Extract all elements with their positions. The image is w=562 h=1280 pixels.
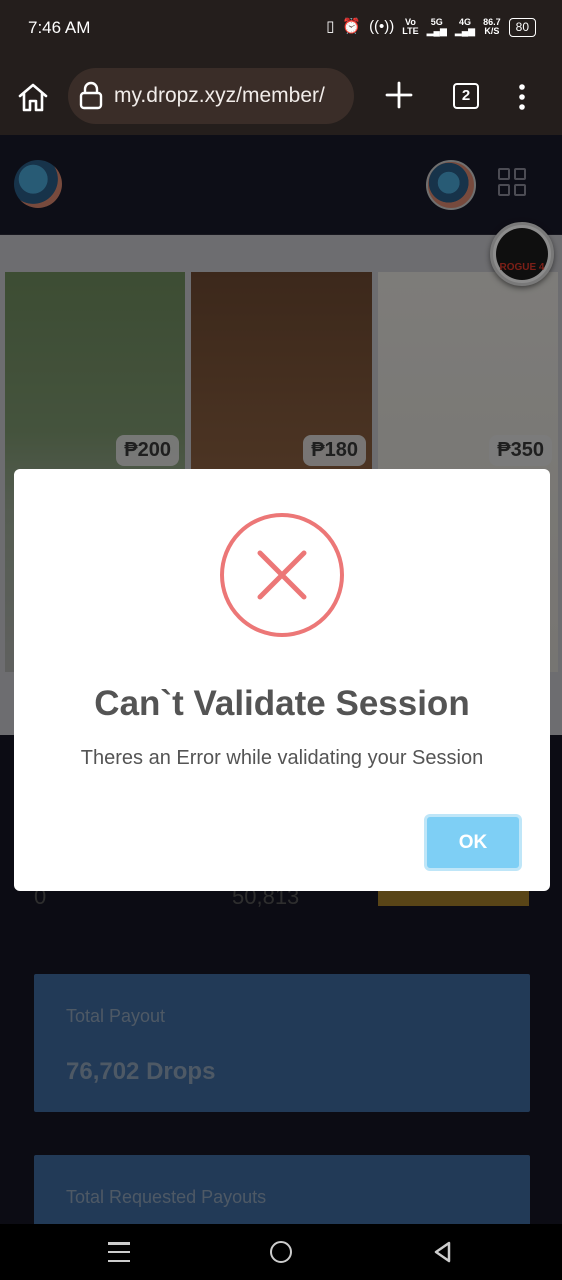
- ok-button[interactable]: OK: [424, 814, 522, 871]
- home-icon[interactable]: [16, 80, 50, 114]
- address-bar[interactable]: my.dropz.xyz/member/: [68, 68, 354, 124]
- browser-chrome: 7:46 AM ▯ ⏰ ((•)) Vo LTE 5G ▂▄▆ 4G ▂▄▆ 86.…: [0, 0, 562, 135]
- signal-5g-icon: 5G ▂▄▆: [426, 17, 447, 36]
- hotspot-icon: ((•)): [369, 18, 395, 35]
- dialog-title: Can`t Validate Session: [94, 684, 470, 723]
- status-time: 7:46 AM: [28, 18, 91, 37]
- status-icons: ▯ ⏰ ((•)) Vo LTE 5G ▂▄▆ 4G ▂▄▆ 86.7 K/S 80: [326, 17, 536, 37]
- overflow-menu-icon[interactable]: [512, 83, 532, 111]
- battery-indicator: 80: [508, 17, 536, 37]
- back-icon[interactable]: [432, 1240, 452, 1264]
- url-text: my.dropz.xyz/member/: [114, 84, 325, 107]
- tab-switcher-button[interactable]: 2: [453, 83, 479, 109]
- new-tab-icon[interactable]: [384, 80, 414, 110]
- alarm-icon: ⏰: [342, 18, 362, 35]
- nav-home-icon[interactable]: [270, 1241, 292, 1263]
- recent-apps-icon[interactable]: [108, 1242, 130, 1262]
- dialog-message: Theres an Error while validating your Se…: [80, 747, 484, 769]
- network-speed: 86.7 K/S: [483, 17, 501, 36]
- error-dialog: Can`t Validate Session Theres an Error w…: [14, 469, 550, 891]
- signal-4g-icon: 4G ▂▄▆: [454, 17, 476, 36]
- system-nav-bar: [0, 1224, 562, 1280]
- error-x-icon: [220, 513, 344, 637]
- lock-icon: [79, 81, 103, 110]
- vibrate-icon: ▯: [326, 18, 335, 35]
- volte-indicator: Vo LTE: [402, 17, 419, 36]
